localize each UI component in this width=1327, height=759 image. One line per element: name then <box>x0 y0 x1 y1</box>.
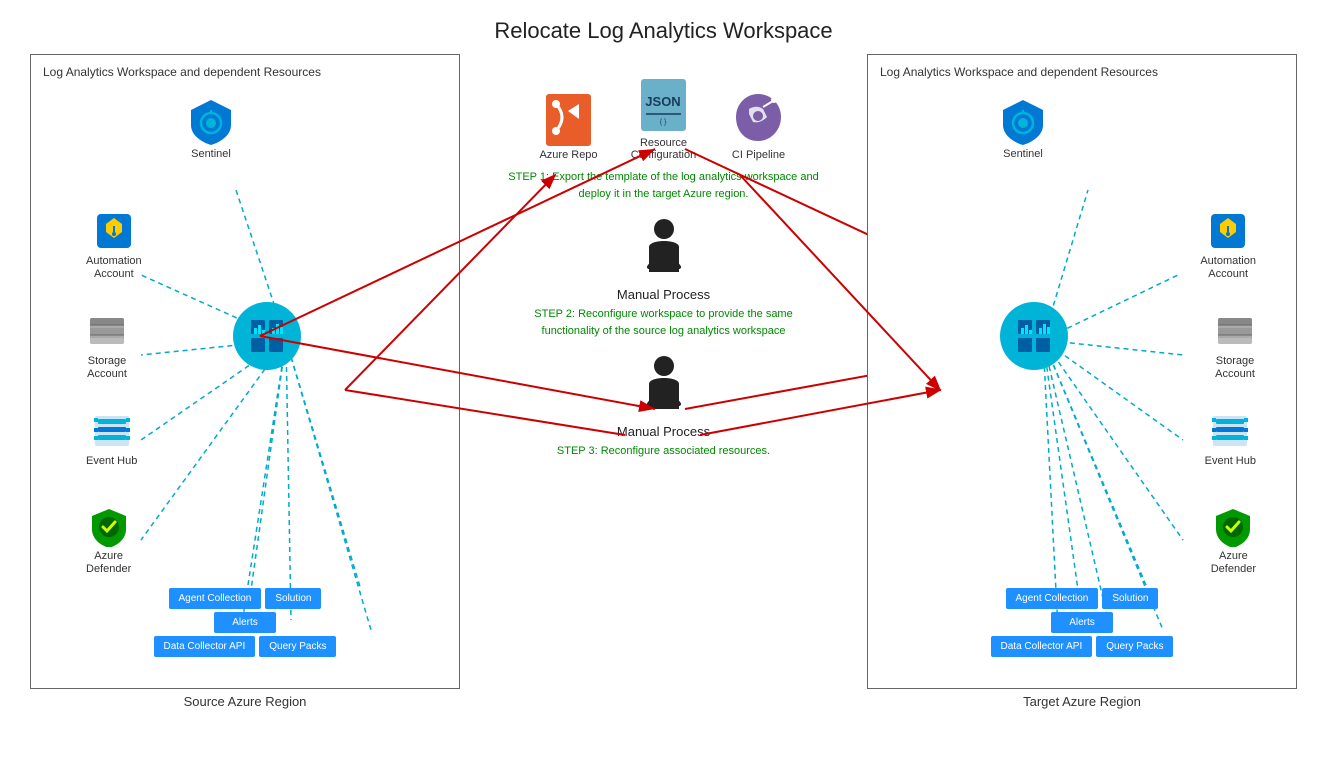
right-alerts: Alerts <box>1051 612 1113 633</box>
left-workspace-box: Log Analytics Workspace and dependent Re… <box>30 54 460 689</box>
ci-pipeline-icon: CI Pipeline <box>719 89 799 161</box>
right-region-label: Target Azure Region <box>1023 694 1141 709</box>
right-eventhub-label: Event Hub <box>1205 455 1256 468</box>
left-defender-label: AzureDefender <box>86 550 131 576</box>
manual-process-2-label: Manual Process <box>617 424 710 439</box>
left-query-packs: Query Packs <box>259 636 336 657</box>
right-hub <box>998 300 1070 372</box>
azure-repo-icon: Azure Repo <box>529 89 609 161</box>
resource-config-label: ResourceConfiguration <box>631 137 696 161</box>
right-workspace-box: Log Analytics Workspace and dependent Re… <box>867 54 1297 689</box>
right-automation: AutomationAccount <box>1200 210 1256 281</box>
right-agent-collection: Agent Collection <box>1006 588 1099 609</box>
right-defender: AzureDefender <box>1211 505 1256 576</box>
step2-text: STEP 2: Reconfigure workspace to provide… <box>534 306 792 339</box>
left-sentinel-label: Sentinel <box>191 148 231 161</box>
left-storage-label: StorageAccount <box>87 355 127 381</box>
middle-section: Azure Repo JSON { } ResourceConfiguratio… <box>460 54 867 734</box>
left-hub <box>231 300 303 372</box>
right-defender-label: AzureDefender <box>1211 550 1256 576</box>
left-region-label: Source Azure Region <box>184 694 307 709</box>
svg-text:JSON: JSON <box>645 94 680 109</box>
left-automation-label: AutomationAccount <box>86 255 142 281</box>
manual-process-2: Manual Process <box>617 354 710 439</box>
top-pipeline-icons: Azure Repo JSON { } ResourceConfiguratio… <box>529 74 799 161</box>
step3-text-block: STEP 3: Reconfigure associated resources… <box>557 443 770 460</box>
left-solution: Solution <box>265 588 321 609</box>
left-defender: AzureDefender <box>86 505 131 576</box>
left-eventhub-label: Event Hub <box>86 455 137 468</box>
resource-config-icon: JSON { } ResourceConfiguration <box>624 74 704 161</box>
step1-text-block: STEP 1: Export the template of the log a… <box>508 169 818 202</box>
right-automation-label: AutomationAccount <box>1200 255 1256 281</box>
left-eventhub: Event Hub <box>86 410 137 468</box>
left-alerts: Alerts <box>214 612 276 633</box>
right-query-packs: Query Packs <box>1096 636 1173 657</box>
right-data-collector: Data Collector API <box>991 636 1093 657</box>
left-storage: StorageAccount <box>86 310 128 381</box>
right-eventhub: Event Hub <box>1205 410 1256 468</box>
azure-repo-label: Azure Repo <box>539 149 597 161</box>
right-sentinel-label: Sentinel <box>1003 148 1043 161</box>
page-title: Relocate Log Analytics Workspace <box>0 0 1327 54</box>
right-storage-label: StorageAccount <box>1215 355 1255 381</box>
left-workspace-label: Log Analytics Workspace and dependent Re… <box>43 65 321 79</box>
right-data-boxes: Agent Collection Solution Alerts Data Co… <box>868 583 1296 688</box>
left-automation: AutomationAccount <box>86 210 142 281</box>
left-sentinel: Sentinel <box>186 95 236 161</box>
right-workspace-label: Log Analytics Workspace and dependent Re… <box>880 65 1158 79</box>
step3-text: STEP 3: Reconfigure associated resources… <box>557 443 770 460</box>
left-agent-collection: Agent Collection <box>169 588 262 609</box>
right-solution: Solution <box>1102 588 1158 609</box>
svg-text:{ }: { } <box>660 119 667 126</box>
manual-process-1-label: Manual Process <box>617 287 710 302</box>
ci-pipeline-label: CI Pipeline <box>732 149 785 161</box>
right-sentinel: Sentinel <box>998 95 1048 161</box>
step2-text-block: STEP 2: Reconfigure workspace to provide… <box>534 306 792 339</box>
right-storage: StorageAccount <box>1214 310 1256 381</box>
left-data-boxes: Agent Collection Solution Alerts Data Co… <box>31 583 459 688</box>
left-data-collector: Data Collector API <box>154 636 256 657</box>
step1-text: STEP 1: Export the template of the log a… <box>508 169 818 202</box>
manual-process-1: Manual Process <box>617 217 710 302</box>
